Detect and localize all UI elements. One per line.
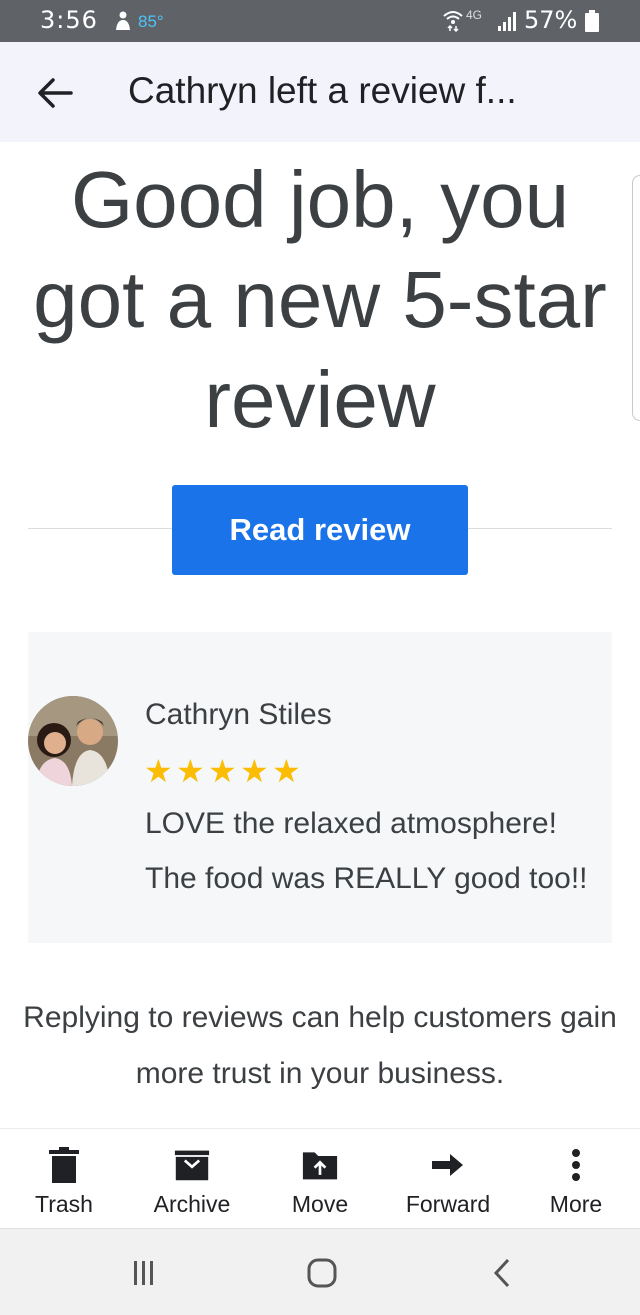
star-icon: ★ [272,753,301,789]
forward-button[interactable]: Forward [388,1129,508,1229]
forward-icon [430,1147,466,1183]
more-label: More [549,1191,603,1217]
system-nav-bar [0,1228,640,1315]
star-icon: ★ [240,753,269,789]
chevron-left-icon [493,1258,510,1288]
home-button[interactable] [302,1255,342,1291]
divider [468,528,612,529]
review-text: LOVE the relaxed atmosphere! The food wa… [145,807,588,895]
archive-label: Archive [153,1191,231,1217]
action-bar: Trash Archive Move Forward More [0,1128,640,1228]
recent-apps-button[interactable] [124,1255,164,1291]
wifi-icon [443,11,463,32]
trash-icon [46,1147,82,1183]
signal-icon [498,12,516,31]
home-icon [307,1258,337,1288]
forward-label: Forward [405,1191,491,1217]
reviewer-avatar [28,696,118,786]
star-rating: ★ ★ ★ ★ ★ [144,753,302,789]
recent-apps-icon [134,1261,153,1285]
star-icon: ★ [176,753,205,789]
reviewer-name: Cathryn Stiles [145,698,332,731]
review-card: Cathryn Stiles ★ ★ ★ ★ ★ LOVE the relaxed at… [28,632,612,943]
status-bar: 3:56 85° 4G 57% [0,0,640,42]
battery-icon [585,10,599,32]
reply-info-text: Replying to reviews can help customers g… [23,1001,617,1090]
scroll-indicator[interactable] [632,175,640,421]
more-button[interactable]: More [516,1129,636,1229]
app-bar: Cathryn left a review f... [0,42,640,142]
archive-icon [174,1147,210,1183]
star-icon: ★ [208,753,237,789]
archive-button[interactable]: Archive [132,1129,252,1229]
status-network: 4G [466,8,483,22]
move-button[interactable]: Move [260,1129,380,1229]
star-icon: ★ [144,753,173,789]
back-button[interactable] [30,68,80,118]
read-review-button[interactable]: Read review [172,485,468,575]
back-nav-button[interactable] [482,1255,522,1291]
status-temperature: 85° [138,12,164,31]
person-icon [116,11,130,30]
status-battery: 57% [524,6,578,34]
trash-label: Trash [35,1191,93,1217]
email-subject-title: Cathryn left a review f... [128,70,517,111]
headline: Good job, you got a new 5-star review [33,155,607,444]
divider [28,528,172,529]
arrow-back-icon [38,78,73,108]
move-label: Move [291,1191,349,1217]
trash-button[interactable]: Trash [4,1129,124,1229]
status-time: 3:56 [40,6,98,34]
move-icon [302,1147,338,1183]
more-vert-icon [558,1147,594,1183]
